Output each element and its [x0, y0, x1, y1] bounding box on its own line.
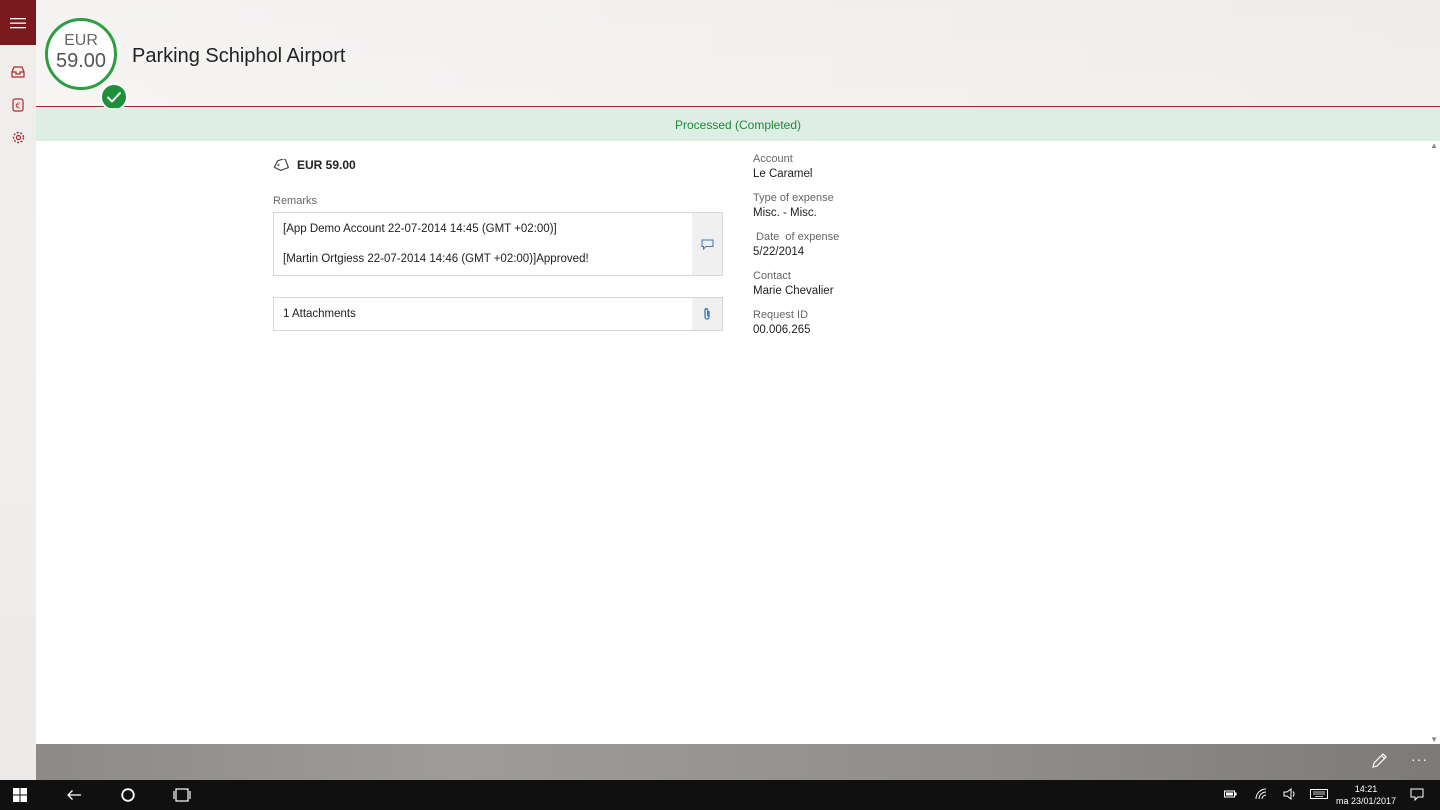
header: EUR 59.00 Parking Schiphol Airport: [36, 0, 1440, 111]
detail-contact: Contact Marie Chevalier: [753, 269, 839, 308]
task-view-icon: [173, 788, 191, 802]
attachments-label: 1 Attachments: [283, 308, 356, 320]
remarks-label: Remarks: [273, 195, 318, 207]
clock-time: 14:21: [1354, 784, 1378, 794]
scroll-up-arrow[interactable]: ▲: [1430, 141, 1438, 150]
detail-expense-type: Type of expense Misc. - Misc.: [753, 191, 839, 230]
badge-currency: EUR: [64, 32, 98, 49]
wifi-icon[interactable]: [1255, 788, 1267, 800]
back-icon: [67, 790, 81, 800]
notifications-icon[interactable]: [1410, 788, 1424, 801]
scroll-down-arrow[interactable]: ▼: [1430, 735, 1438, 744]
paperclip-icon: [704, 308, 710, 320]
edit-button[interactable]: [1370, 752, 1388, 775]
tag-icon: [273, 159, 289, 171]
app-bar: ···: [36, 744, 1440, 780]
comment-icon: [701, 239, 713, 250]
start-button[interactable]: [0, 780, 40, 810]
remarks-box: [App Demo Account 22-07-2014 14:45 (GMT …: [273, 212, 723, 276]
inbox-icon: [11, 65, 25, 78]
detail-request-id: Request ID 00.006.265: [753, 308, 839, 347]
amount-value: EUR 59.00: [297, 158, 356, 172]
taskbar-clock[interactable]: 14:21 ma 23/01/2017: [1330, 783, 1402, 807]
nav-expenses-button[interactable]: €: [0, 88, 36, 121]
settings-icon: [12, 131, 24, 144]
keyboard-icon[interactable]: [1310, 788, 1328, 800]
detail-value: Marie Chevalier: [753, 285, 834, 297]
nav-settings-button[interactable]: [0, 121, 36, 154]
remark-line: [App Demo Account 22-07-2014 14:45 (GMT …: [283, 223, 557, 235]
add-remark-button[interactable]: [692, 213, 722, 275]
amount-badge: EUR 59.00: [45, 18, 128, 111]
detail-value: Le Caramel: [753, 168, 813, 180]
nav-inbox-button[interactable]: [0, 55, 36, 88]
detail-label: Type of expense: [753, 192, 834, 204]
cortana-button[interactable]: [110, 780, 146, 810]
status-banner: Processed (Completed): [36, 108, 1440, 141]
expense-icon: €: [12, 97, 24, 112]
attachments-box[interactable]: 1 Attachments: [273, 297, 723, 331]
detail-label: Date of expense: [753, 231, 840, 243]
check-icon: [100, 83, 128, 111]
nav-rail: €: [0, 0, 36, 780]
edit-icon: [1372, 753, 1387, 768]
hamburger-icon: [10, 17, 26, 28]
windows-icon: [13, 788, 27, 802]
detail-label: Request ID: [753, 309, 809, 321]
cortana-icon: [121, 788, 135, 802]
more-button[interactable]: ···: [1411, 751, 1428, 767]
taskbar: 14:21 ma 23/01/2017: [0, 780, 1440, 810]
attachments-button[interactable]: [692, 298, 722, 330]
detail-value: 5/22/2014: [753, 246, 805, 258]
volume-icon[interactable]: [1283, 788, 1297, 800]
remark-line: [Martin Ortgiess 22-07-2014 14:46 (GMT +…: [283, 253, 589, 265]
detail-label: Contact: [753, 270, 791, 282]
detail-label: Account: [753, 153, 793, 165]
page-title: Parking Schiphol Airport: [132, 45, 346, 67]
amount-row: EUR 59.00: [273, 158, 356, 172]
main-content: ▲ ▼ EUR 59.00 Remarks [App Demo Account …: [36, 141, 1440, 744]
badge-amount: 59.00: [55, 50, 107, 72]
task-view-button[interactable]: [164, 780, 200, 810]
detail-value: Misc. - Misc.: [753, 207, 817, 219]
details-list: Account Le Caramel Type of expense Misc.…: [753, 152, 839, 347]
battery-icon[interactable]: [1224, 788, 1237, 800]
back-button[interactable]: [56, 780, 92, 810]
detail-date: Date of expense 5/22/2014: [753, 230, 839, 269]
svg-text:€: €: [15, 101, 20, 110]
detail-value: 00.006.265: [753, 324, 811, 336]
detail-account: Account Le Caramel: [753, 152, 839, 191]
hamburger-button[interactable]: [0, 0, 36, 45]
clock-date: ma 23/01/2017: [1335, 796, 1397, 806]
